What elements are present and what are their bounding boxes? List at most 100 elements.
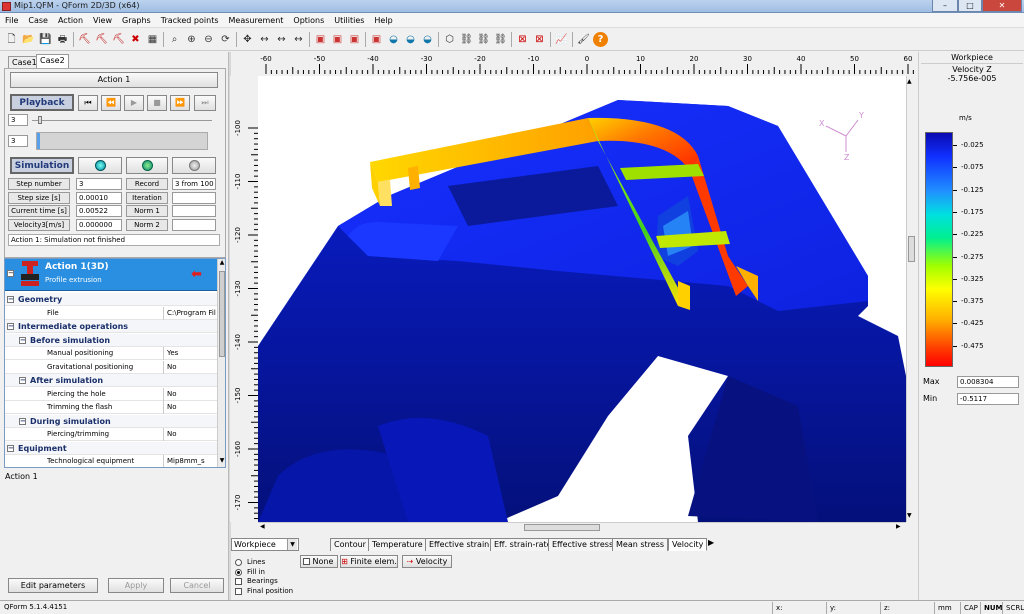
measure-icon[interactable]: ↔ (257, 32, 272, 47)
tree-group[interactable]: − Intermediate operations (5, 320, 217, 333)
tree-row-value[interactable]: No (163, 401, 217, 414)
tree-group[interactable]: − Equipment (5, 441, 217, 455)
color-icon[interactable]: ▣ (313, 32, 328, 47)
close-icon[interactable]: ⊠ (532, 32, 547, 47)
rotate-icon[interactable]: ⟳ (218, 32, 233, 47)
finite-elem-button[interactable]: ⊞ Finite elem. (340, 555, 398, 568)
tree-row[interactable]: Piercing the hole No (5, 387, 217, 401)
tree-row-value[interactable]: No (163, 428, 217, 441)
section-icon[interactable]: ◒ (403, 32, 418, 47)
tab-case2[interactable]: Case2 (36, 54, 69, 68)
minimize-button[interactable]: – (932, 0, 958, 12)
tab-scroll-right-icon[interactable]: ▶ (708, 538, 714, 547)
edit-parameters-button[interactable]: Edit parameters (8, 578, 98, 593)
tree-row[interactable]: Technological equipment Mip8mm_s (5, 455, 217, 467)
viewport-vscroll[interactable]: ▲ ▼ (906, 76, 916, 522)
playback-field-1[interactable]: 3 (8, 114, 28, 126)
pan-icon[interactable]: ✥ (240, 32, 255, 47)
menu-utilities[interactable]: Utilities (329, 13, 369, 28)
menu-action[interactable]: Action (53, 13, 88, 28)
open-icon[interactable]: 📂 (21, 32, 36, 47)
link-icon[interactable]: ⛓ (476, 32, 491, 47)
color-icon[interactable]: ▣ (369, 32, 384, 47)
tree-scroll-thumb[interactable] (219, 271, 225, 357)
checkbox-icon[interactable] (235, 578, 242, 585)
hscroll-left-icon[interactable]: ◀ (260, 523, 265, 530)
tree-scrollbar[interactable]: ▲ ▼ (217, 259, 225, 467)
playback-field-2[interactable]: 3 (8, 135, 28, 147)
tree-row[interactable]: Gravitational positioning No (5, 360, 217, 374)
last-frame-button[interactable]: ⏭ (194, 95, 216, 111)
scroll-up-icon[interactable]: ▲ (218, 259, 225, 267)
vscroll-up-icon[interactable]: ▲ (907, 78, 912, 85)
chart-icon[interactable]: 📈 (554, 32, 569, 47)
prev-frame-button[interactable]: ⏪ (101, 95, 121, 111)
hscroll-right-icon[interactable]: ▶ (896, 523, 901, 530)
tree-row[interactable]: File C:\Program Fil (5, 306, 217, 320)
print-icon[interactable]: 🖶 (55, 32, 70, 47)
menu-tracked-points[interactable]: Tracked points (156, 13, 224, 28)
brush-icon[interactable]: 🖌 (576, 32, 591, 47)
collapse-icon[interactable]: − (19, 377, 26, 384)
menu-graphs[interactable]: Graphs (117, 13, 156, 28)
viewport-vscroll-thumb[interactable] (908, 236, 915, 262)
section-icon[interactable]: ◒ (420, 32, 435, 47)
radio-icon[interactable] (235, 568, 242, 576)
tree-row[interactable]: Trimming the flash No (5, 401, 217, 414)
collapse-icon[interactable]: − (19, 417, 26, 425)
collapse-icon[interactable]: − (7, 296, 14, 303)
maximize-button[interactable]: □ (958, 0, 982, 12)
sim-start-button[interactable] (78, 157, 122, 174)
tool-icon[interactable]: ⛏ (77, 32, 92, 47)
menu-options[interactable]: Options (288, 13, 329, 28)
tab-effective-strain[interactable]: Effective strain (425, 538, 494, 551)
tree-group[interactable]: − Geometry (5, 293, 217, 306)
tree-row-value[interactable]: C:\Program Fil (163, 306, 217, 320)
link-icon[interactable]: ⛓ (459, 32, 474, 47)
delete-icon[interactable]: ✖ (128, 32, 143, 47)
table-icon[interactable]: ▦ (145, 32, 160, 47)
stop-button[interactable]: ■ (147, 95, 167, 111)
first-frame-button[interactable]: ⏮ (78, 95, 98, 111)
playback-button[interactable]: Playback (10, 94, 74, 111)
new-icon[interactable]: 🗋 (4, 32, 19, 47)
save-icon[interactable]: 💾 (38, 32, 53, 47)
cancel-button[interactable]: Cancel (170, 578, 224, 593)
color-icon[interactable]: ▣ (330, 32, 345, 47)
scroll-down-icon[interactable]: ▼ (218, 457, 225, 465)
link-icon[interactable]: ⛓ (493, 32, 508, 47)
close-window-button[interactable]: ✕ (982, 0, 1022, 12)
collapse-icon[interactable]: − (7, 270, 14, 277)
checkbox-icon[interactable] (235, 587, 242, 595)
measure-icon[interactable]: ↔ (291, 32, 306, 47)
sim-stop-button[interactable] (172, 157, 216, 174)
tab-temperature[interactable]: Temperature (368, 538, 427, 551)
tree-row-value[interactable]: Mip8mm_s (163, 455, 217, 467)
playback-slider-thumb[interactable] (38, 116, 42, 124)
shape-icon[interactable]: ⬡ (442, 32, 457, 47)
tree-row-value[interactable]: No (163, 360, 217, 374)
menu-measurement[interactable]: Measurement (224, 13, 289, 28)
tree-row-value[interactable]: No (163, 387, 217, 401)
viewport-hscroll-thumb[interactable] (524, 524, 600, 531)
tab-mean-stress[interactable]: Mean stress (612, 538, 669, 551)
tab-effective-stress[interactable]: Effective stress (548, 538, 618, 551)
measure-icon[interactable]: ↔ (274, 32, 289, 47)
next-frame-button[interactable]: ⏩ (170, 95, 190, 111)
tab-velocity[interactable]: Velocity (668, 538, 708, 551)
zoom-fit-icon[interactable]: ⌕ (167, 32, 182, 47)
collapse-icon[interactable]: − (7, 323, 14, 330)
play-button[interactable]: ▶ (124, 95, 144, 111)
menu-file[interactable]: File (0, 13, 23, 28)
tree-row[interactable]: Piercing/trimming No (5, 428, 217, 441)
display-none-button[interactable]: None (300, 555, 338, 568)
color-icon[interactable]: ▣ (347, 32, 362, 47)
simulation-button[interactable]: Simulation (10, 157, 74, 174)
vscroll-down-icon[interactable]: ▼ (907, 512, 912, 519)
tree-row-value[interactable]: Yes (163, 347, 217, 360)
viewport-hscroll[interactable]: ◀ ▶ (258, 522, 906, 532)
menu-case[interactable]: Case (23, 13, 53, 28)
velocity-button[interactable]: ⇢ Velocity (402, 555, 452, 568)
tool-icon[interactable]: ⛏ (111, 32, 126, 47)
model-viewport[interactable]: X Y Z (258, 76, 906, 522)
